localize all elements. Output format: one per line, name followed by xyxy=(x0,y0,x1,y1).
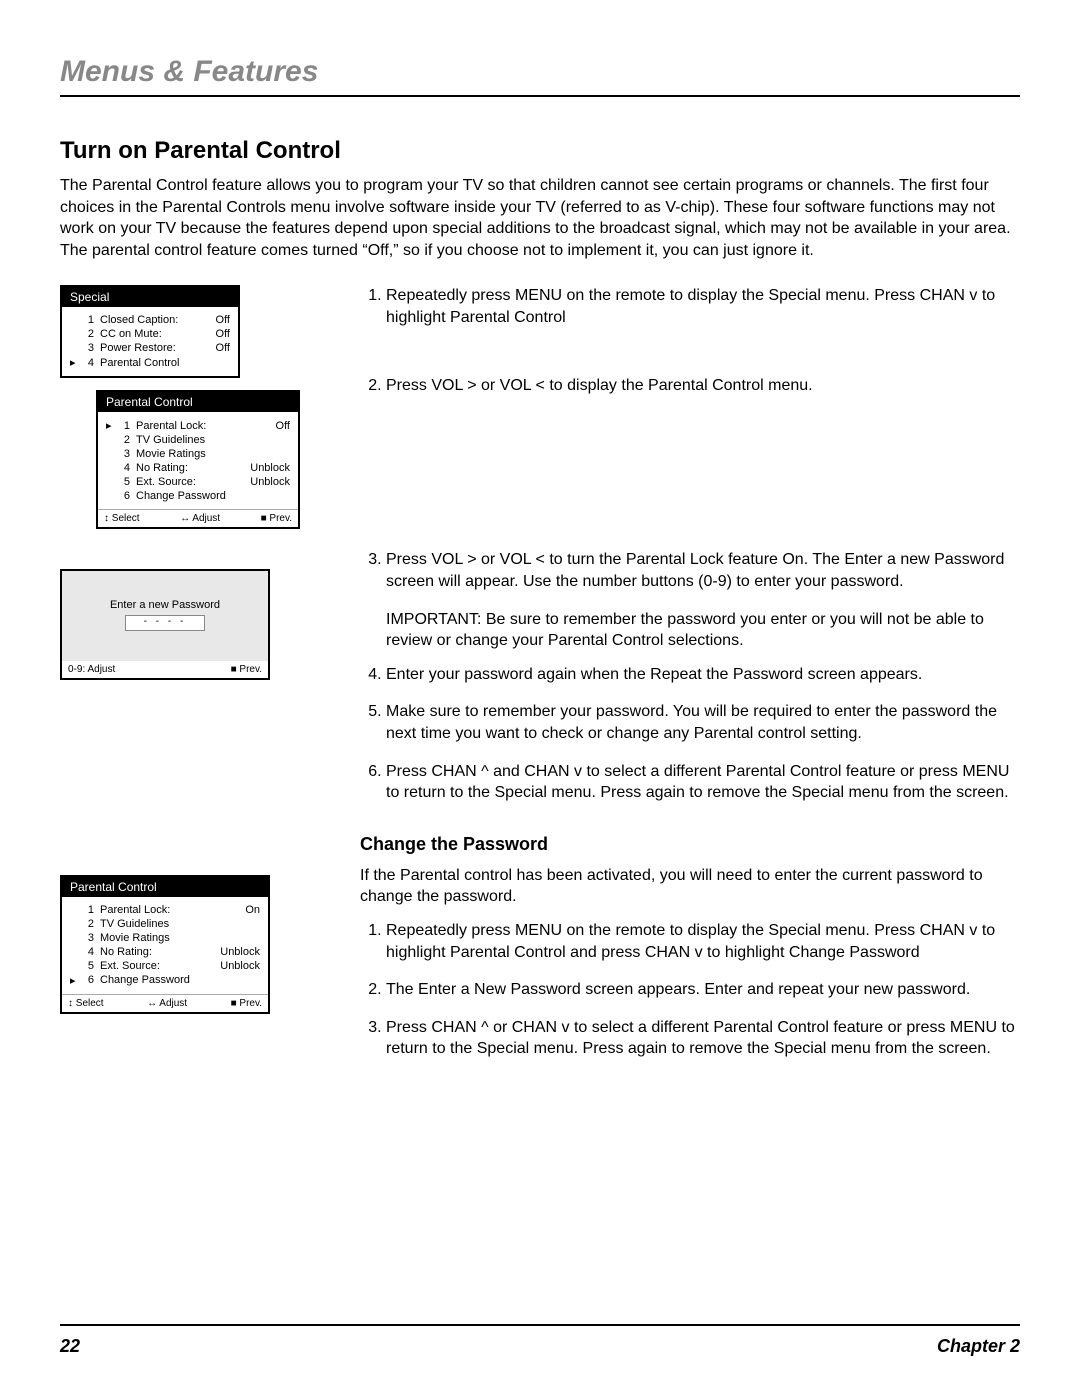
cp-step-3: Press CHAN ^ or CHAN v to select a diffe… xyxy=(386,1017,1020,1060)
intro-paragraph: The Parental Control feature allows you … xyxy=(60,175,1020,261)
password-field: - - - - xyxy=(125,615,205,631)
osd-password-prompt: Enter a new Password - - - - 0-9: Adjust… xyxy=(60,569,270,680)
footer-prev: ■ Prev. xyxy=(231,998,262,1009)
step-6: Press CHAN ^ and CHAN v to select a diff… xyxy=(386,761,1020,804)
page-footer: 22 Chapter 2 xyxy=(60,1324,1020,1357)
cp-step-1: Repeatedly press MENU on the remote to d… xyxy=(386,920,1020,963)
osd-header: Parental Control xyxy=(62,877,268,897)
chapter-label: Chapter 2 xyxy=(937,1336,1020,1357)
footer-select: ↕ Select xyxy=(104,513,140,524)
password-title: Enter a new Password xyxy=(110,599,220,611)
step-4: Enter your password again when the Repea… xyxy=(386,664,1020,686)
footer-adjust: ↔ Adjust xyxy=(147,998,187,1009)
step-3: Press VOL > or VOL < to turn the Parenta… xyxy=(386,549,1020,592)
step-5: Make sure to remember your password. You… xyxy=(386,701,1020,744)
important-note: IMPORTANT: Be sure to remember the passw… xyxy=(360,609,1020,652)
osd-header: Special xyxy=(62,287,238,307)
cp-step-2: The Enter a New Password screen appears.… xyxy=(386,979,1020,1001)
footer-select: ↕ Select xyxy=(68,998,104,1009)
osd-special-menu: Special 1Closed Caption:Off 2CC on Mute:… xyxy=(60,285,240,378)
step-2: Press VOL > or VOL < to display the Pare… xyxy=(386,375,1020,397)
footer-prev: ■ Prev. xyxy=(261,513,292,524)
subsection-title: Change the Password xyxy=(360,834,1020,855)
chapter-title: Menus & Features xyxy=(60,55,1020,97)
footer-adjust: ↔ Adjust xyxy=(180,513,220,524)
footer-adjust: 0-9: Adjust xyxy=(68,664,115,675)
section-title: Turn on Parental Control xyxy=(60,137,1020,165)
page-number: 22 xyxy=(60,1336,80,1357)
osd-header: Parental Control xyxy=(98,392,298,412)
subsection-intro: If the Parental control has been activat… xyxy=(360,865,1020,908)
footer-prev: ■ Prev. xyxy=(231,664,262,675)
osd-parental-control-menu: Parental Control ▸1Parental Lock:Off 2TV… xyxy=(96,390,300,529)
osd-parental-control-menu-on: Parental Control 1Parental Lock:On 2TV G… xyxy=(60,875,270,1014)
step-1: Repeatedly press MENU on the remote to d… xyxy=(386,285,1020,328)
